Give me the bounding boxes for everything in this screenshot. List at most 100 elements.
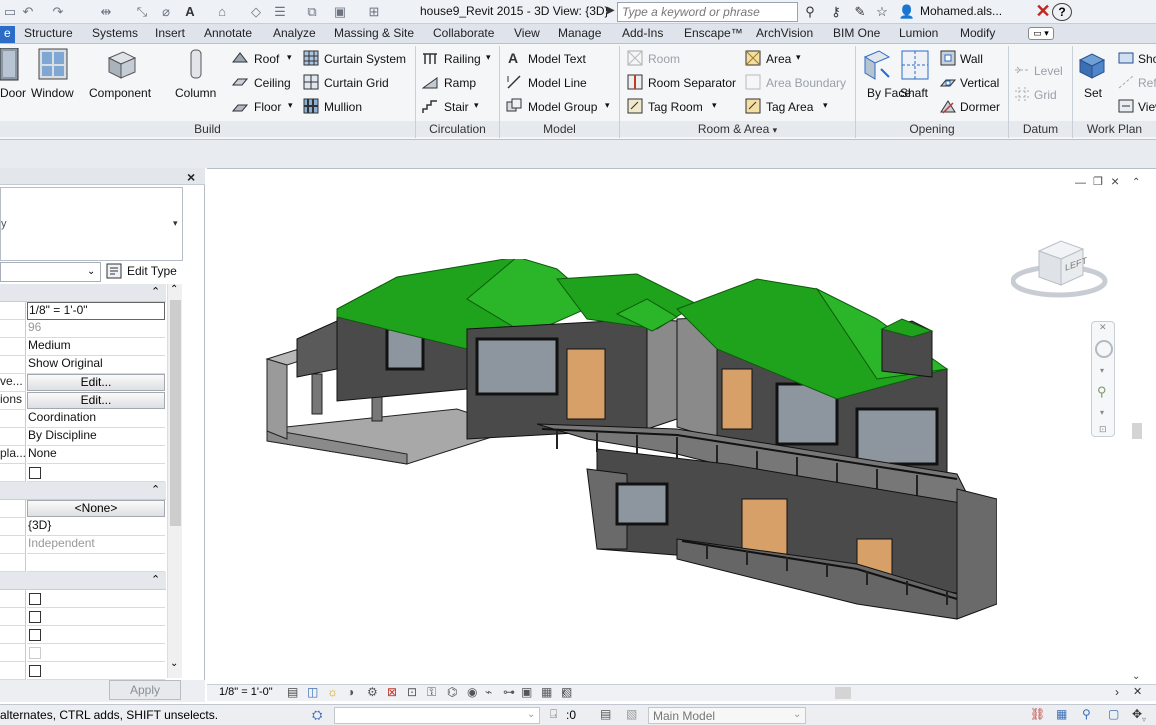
property-edit-button[interactable]: Edit...: [27, 392, 165, 409]
tag-area-button[interactable]: Tag Area: [766, 100, 813, 114]
show-crop-icon[interactable]: ⊡: [407, 685, 417, 699]
property-checkbox[interactable]: [29, 629, 41, 641]
temp-view-properties-icon[interactable]: ⌁: [485, 685, 492, 699]
editable-only-icon[interactable]: ⍈: [550, 707, 557, 722]
close-icon[interactable]: ×: [187, 169, 195, 185]
search-input[interactable]: Type a keyword or phrase: [617, 2, 798, 22]
edit-type-button[interactable]: Edit Type: [104, 262, 184, 282]
horizontal-scroll-right-icon[interactable]: ›: [1115, 685, 1119, 699]
switch-windows-icon[interactable]: ▣: [330, 2, 350, 22]
reveal-hidden-icon[interactable]: ◉: [467, 685, 477, 699]
tab-enscape[interactable]: Enscape™: [684, 26, 743, 43]
area-boundary-button[interactable]: Area Boundary: [766, 76, 846, 90]
reveal-constraints-icon[interactable]: ▦: [541, 685, 552, 699]
area-button[interactable]: Area: [766, 52, 791, 66]
room-separator-button[interactable]: Room Separator: [648, 76, 736, 90]
close-hidden-icon[interactable]: ⧉: [302, 2, 322, 22]
property-value[interactable]: Coordination: [27, 410, 165, 428]
tab-bim-one[interactable]: BIM One: [833, 26, 880, 43]
user-icon[interactable]: 👤: [897, 2, 917, 22]
thin-lines-icon[interactable]: ☰: [270, 2, 290, 22]
select-links-icon[interactable]: ⛓: [1030, 707, 1045, 721]
door-button[interactable]: Door: [0, 86, 26, 100]
property-value[interactable]: [27, 554, 165, 572]
navbar-options-icon[interactable]: ⊡: [1099, 424, 1107, 435]
tab-lumion[interactable]: Lumion: [899, 26, 938, 43]
tag-area-dropdown-icon[interactable]: ▾: [823, 100, 828, 111]
save-icon[interactable]: ▭: [0, 2, 20, 22]
visual-style-icon[interactable]: ◫: [307, 685, 318, 699]
property-value[interactable]: 1/8" = 1'-0": [27, 302, 165, 320]
property-value[interactable]: Show Original: [27, 356, 165, 374]
shadows-icon[interactable]: ◑: [347, 685, 354, 699]
scroll-thumb[interactable]: [1132, 423, 1142, 439]
scroll-up-icon[interactable]: ⌃: [1132, 177, 1140, 188]
railing-button[interactable]: Railing: [444, 52, 481, 66]
floor-dropdown-icon[interactable]: ▾: [288, 100, 293, 111]
room-area-panel-label[interactable]: Room & Area ▾: [620, 121, 855, 137]
property-value[interactable]: None: [27, 446, 165, 464]
wall-opening-button[interactable]: Wall: [960, 52, 983, 66]
window-button[interactable]: Window: [31, 86, 74, 100]
model-line-button[interactable]: Model Line: [528, 76, 587, 90]
graphics-group-header[interactable]: ⌃: [0, 284, 166, 302]
horizontal-scroll-thumb[interactable]: [835, 687, 851, 699]
tab-massing-site[interactable]: Massing & Site: [334, 26, 414, 43]
zoom-icon[interactable]: ⚲: [1097, 384, 1107, 400]
property-value[interactable]: 96: [27, 320, 165, 338]
railing-dropdown-icon[interactable]: ▾: [486, 52, 491, 63]
viewcube[interactable]: LEFT: [1011, 235, 1109, 305]
curtain-system-button[interactable]: Curtain System: [324, 52, 406, 66]
tab-archvision[interactable]: ArchVision: [756, 26, 813, 43]
dormer-button[interactable]: Dormer: [960, 100, 1000, 114]
tab-analyze[interactable]: Analyze: [273, 26, 316, 43]
tab-annotate[interactable]: Annotate: [204, 26, 252, 43]
close-navbar-icon[interactable]: ✕: [1099, 322, 1107, 333]
customize-icon[interactable]: ⊞: [364, 2, 384, 22]
design-option-dropdown[interactable]: Main Model ⌄: [648, 707, 806, 724]
render-icon[interactable]: ⚙: [367, 685, 378, 699]
property-checkbox[interactable]: [29, 647, 41, 659]
extents-group-header[interactable]: ⌃: [0, 572, 166, 590]
show-workplane-button[interactable]: Sho: [1138, 52, 1156, 66]
property-edit-button[interactable]: <None>: [27, 500, 165, 517]
property-checkbox[interactable]: [29, 611, 41, 623]
type-selector[interactable]: y ▾: [0, 187, 183, 261]
apply-button[interactable]: Apply: [109, 680, 181, 700]
tab-architecture[interactable]: e: [0, 26, 15, 43]
3d-viewport[interactable]: — ❐ × LEFT ✕ ▾ ⚲ ▾ ⊡ ⌃ ⌄: [207, 168, 1156, 684]
design-options-icon[interactable]: ▤: [600, 707, 611, 721]
workset-dropdown[interactable]: ⌄: [334, 707, 540, 724]
tab-modify[interactable]: Modify: [960, 26, 995, 43]
tab-add-ins[interactable]: Add-Ins: [622, 26, 663, 43]
view-scale[interactable]: 1/8" = 1'-0": [219, 686, 273, 698]
measure-icon[interactable]: ⇹: [96, 2, 116, 22]
property-checkbox[interactable]: [29, 665, 41, 677]
undo-icon[interactable]: ↶: [18, 2, 38, 22]
scroll-down-icon[interactable]: ⌄: [170, 658, 178, 669]
floor-button[interactable]: Floor: [254, 100, 281, 114]
property-checkbox[interactable]: [29, 593, 41, 605]
tab-systems[interactable]: Systems: [92, 26, 138, 43]
section-icon[interactable]: ◇: [246, 2, 266, 22]
component-button[interactable]: Component: [89, 86, 151, 100]
by-face-button[interactable]: By Face: [867, 86, 911, 100]
property-edit-button[interactable]: Edit...: [27, 374, 165, 391]
ref-plane-button[interactable]: Ref: [1138, 76, 1156, 90]
steering-wheel-icon[interactable]: [1095, 340, 1113, 358]
scroll-thumb[interactable]: [170, 300, 181, 526]
tab-structure[interactable]: Structure: [24, 26, 73, 43]
communication-icon[interactable]: ✎: [850, 2, 870, 22]
curtain-grid-button[interactable]: Curtain Grid: [324, 76, 389, 90]
minimize-view-icon[interactable]: —: [1075, 177, 1086, 189]
ribbon-toggle-button[interactable]: ▭ ▾: [1028, 27, 1054, 40]
scroll-up-icon[interactable]: ⌃: [170, 284, 178, 295]
tab-view[interactable]: View: [514, 26, 540, 43]
select-pinned-icon[interactable]: ⚲: [1082, 707, 1091, 721]
set-workplane-button[interactable]: Set: [1084, 86, 1102, 100]
viewport-vertical-scrollbar[interactable]: ⌃ ⌄: [1131, 177, 1143, 682]
property-checkbox[interactable]: [29, 467, 41, 479]
property-value[interactable]: By Discipline: [27, 428, 165, 446]
room-button[interactable]: Room: [648, 52, 680, 66]
restore-view-icon[interactable]: ❐: [1093, 175, 1103, 188]
